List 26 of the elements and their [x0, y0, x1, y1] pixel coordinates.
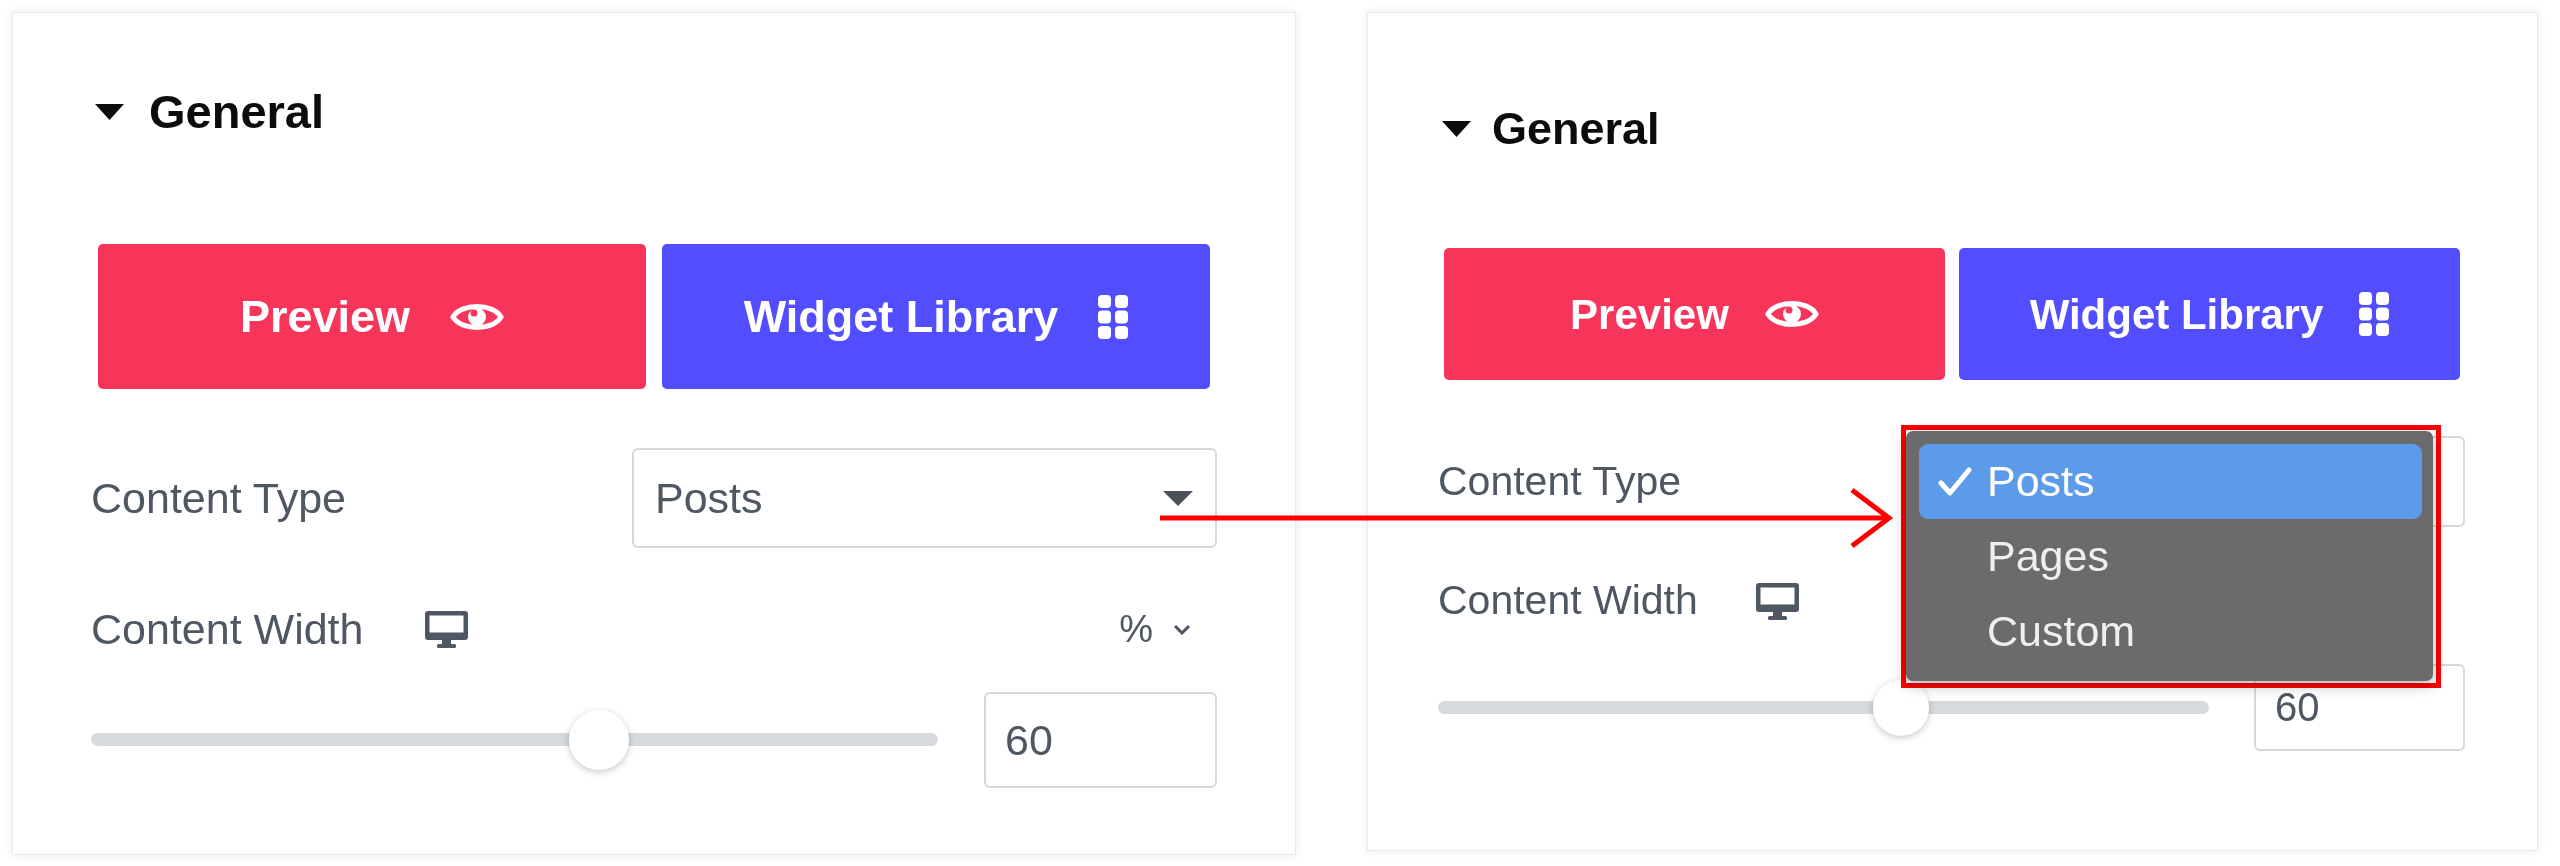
monitor-icon[interactable]: [425, 610, 469, 648]
select-field[interactable]: Posts: [632, 448, 1217, 548]
field-label: Content Type: [91, 472, 346, 524]
grid-icon: [2359, 292, 2390, 336]
checkmark-icon: [1938, 466, 1972, 497]
field-label: Content Width: [91, 603, 364, 655]
chevron-down-icon: [1173, 623, 1191, 635]
widget-library-button[interactable]: Widget Library: [662, 244, 1210, 389]
section-toggle[interactable]: General: [1442, 99, 1660, 159]
preview-button[interactable]: Preview: [1444, 248, 1945, 380]
slider-track[interactable]: [91, 710, 938, 770]
section-toggle[interactable]: General: [95, 82, 325, 142]
field-label: Content Width: [1438, 576, 1698, 626]
field-label: Content Type: [1438, 456, 1682, 506]
caret-icon: [1163, 490, 1193, 506]
slider-track[interactable]: [1438, 679, 2209, 736]
widget-library-button[interactable]: Widget Library: [1959, 248, 2460, 380]
menu-option[interactable]: Pages: [1919, 519, 2422, 594]
preview-button[interactable]: Preview: [98, 244, 646, 389]
slider-thumb[interactable]: [569, 710, 630, 770]
slider-thumb[interactable]: [1872, 679, 1929, 736]
grid-icon: [1098, 294, 1129, 339]
unit-dropdown[interactable]: %: [1119, 600, 1191, 658]
number-field[interactable]: 60: [984, 692, 1217, 788]
monitor-icon[interactable]: [1755, 582, 1799, 620]
menu-option[interactable]: Posts: [1919, 444, 2422, 519]
